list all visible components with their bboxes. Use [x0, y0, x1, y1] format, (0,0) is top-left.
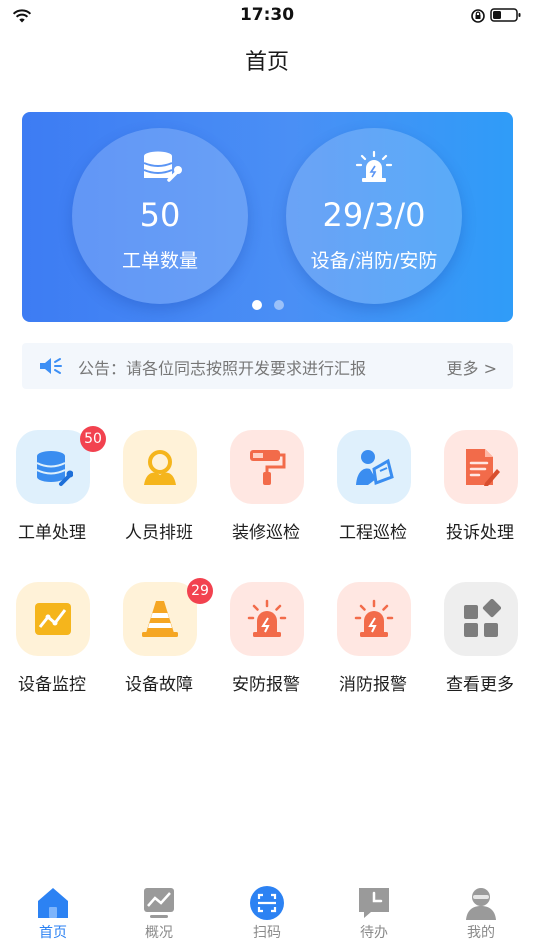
- tab-label: 待办: [360, 925, 388, 941]
- grid-item-work-order[interactable]: 50 工单处理: [2, 426, 106, 550]
- grid-item-label: 工程巡检: [339, 523, 407, 543]
- tab-label: 概况: [145, 925, 173, 941]
- grid-item-complaint-handling[interactable]: 投诉处理: [430, 430, 530, 550]
- announcement-text: 公告：请各位同志按照开发要求进行汇报: [78, 355, 366, 379]
- carousel-dots: [22, 295, 513, 314]
- battery-icon: [490, 8, 521, 22]
- tab-home[interactable]: 首页: [13, 885, 93, 942]
- announcement-more-link[interactable]: 更多 >: [447, 355, 498, 379]
- work-order-count-card[interactable]: 50 工单数量: [72, 128, 248, 304]
- tab-label: 首页: [39, 925, 67, 941]
- tab-scan[interactable]: 扫码: [227, 885, 307, 942]
- grid-item-label: 设备监控: [18, 675, 86, 695]
- announcement-message: 请各位同志按照开发要求进行汇报: [126, 359, 367, 378]
- equipment-fault-tile[interactable]: [123, 582, 197, 656]
- alarm-light-icon: [355, 150, 393, 182]
- database-wrench-icon: [36, 451, 73, 486]
- document-edit-icon: [466, 449, 500, 486]
- alarm-count-card[interactable]: 29/3/0 设备/消防/安防: [286, 128, 462, 304]
- carousel-dot-active[interactable]: [251, 300, 262, 310]
- database-wrench-icon: [143, 151, 182, 182]
- tab-mine[interactable]: 我的: [441, 885, 521, 942]
- grid-item-fire-alarm[interactable]: 消防报警: [323, 582, 423, 702]
- engineer-icon: [356, 450, 394, 486]
- announcement-prefix: 公告：: [78, 359, 127, 378]
- work-order-count-value: 50: [139, 196, 181, 234]
- grid-item-label: 装修巡检: [232, 523, 300, 543]
- tab-todo[interactable]: 待办: [334, 885, 414, 942]
- equipment-monitoring-tile[interactable]: [16, 582, 90, 656]
- scan-icon: [250, 886, 284, 920]
- fire-alarm-tile[interactable]: [337, 582, 411, 656]
- status-time: 17:30: [239, 5, 295, 25]
- grid-item-decoration-inspection[interactable]: 装修巡检: [216, 430, 316, 550]
- grid-item-label: 查看更多: [446, 675, 514, 695]
- work-order-tile[interactable]: [16, 430, 90, 504]
- grid-item-equipment-fault[interactable]: 29 设备故障: [109, 578, 213, 702]
- announcement-bar[interactable]: 公告：请各位同志按照开发要求进行汇报 更多 >: [22, 343, 513, 389]
- grid-item-engineering-inspection[interactable]: 工程巡检: [323, 430, 423, 550]
- grid-item-equipment-monitoring[interactable]: 设备监控: [2, 582, 102, 702]
- carousel-dot[interactable]: [273, 300, 284, 310]
- grid-item-view-more[interactable]: 查看更多: [430, 582, 530, 702]
- stats-banner[interactable]: 50 工单数量 29/3/0 设备/消防/安防: [22, 112, 513, 322]
- alarm-light-icon: [354, 599, 394, 637]
- decoration-inspection-tile[interactable]: [230, 430, 304, 504]
- tab-label: 扫码: [253, 925, 281, 941]
- view-more-tile[interactable]: [444, 582, 518, 656]
- grid-item-label: 设备故障: [125, 675, 193, 695]
- alarm-count-value: 29/3/0: [322, 196, 426, 234]
- grid-item-security-alarm[interactable]: 安防报警: [216, 582, 316, 702]
- work-order-badge: 50: [80, 426, 106, 452]
- status-bar: 17:30: [0, 0, 534, 32]
- grid-item-label: 人员排班: [125, 523, 193, 543]
- tab-overview[interactable]: 概况: [119, 885, 199, 942]
- home-icon: [38, 888, 68, 918]
- apps-more-icon: [464, 599, 501, 637]
- security-alarm-tile[interactable]: [230, 582, 304, 656]
- grid-item-label: 消防报警: [339, 675, 407, 695]
- grid-item-label: 安防报警: [232, 675, 300, 695]
- user-icon: [466, 888, 496, 920]
- grid-item-label: 工单处理: [18, 523, 86, 543]
- staff-schedule-tile[interactable]: [123, 430, 197, 504]
- alarm-light-icon: [247, 599, 287, 637]
- tab-label: 我的: [467, 925, 495, 941]
- chart-monitor-icon: [35, 603, 71, 635]
- bottom-tab-bar: 首页 概况 扫码 待办 我的: [0, 875, 534, 950]
- rotation-lock-icon: [471, 9, 485, 23]
- chart-icon: [144, 888, 174, 918]
- equipment-fault-badge: 29: [187, 578, 213, 604]
- alarm-count-label: 设备/消防/安防: [310, 250, 438, 272]
- engineering-inspection-tile[interactable]: [337, 430, 411, 504]
- paint-roller-icon: [250, 450, 286, 485]
- work-order-count-label: 工单数量: [121, 250, 198, 272]
- traffic-cone-icon: [142, 601, 178, 637]
- people-icon: [144, 450, 176, 485]
- page-title: 首页: [244, 50, 289, 75]
- complaint-handling-tile[interactable]: [444, 430, 518, 504]
- grid-item-staff-schedule[interactable]: 人员排班: [109, 430, 209, 550]
- grid-item-label: 投诉处理: [446, 523, 514, 543]
- todo-icon: [359, 888, 389, 918]
- speaker-icon: [40, 358, 62, 374]
